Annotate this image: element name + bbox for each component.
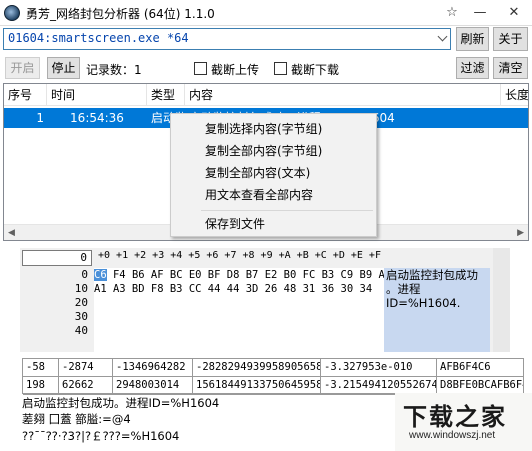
menu-view-as-text[interactable]: 用文本查看全部内容: [172, 184, 375, 206]
watermark-url: www.windowszj.net: [409, 430, 496, 441]
row-time: 16:54:36: [70, 111, 124, 125]
watermark-title: 下载之家: [403, 402, 507, 431]
menu-separator: [201, 210, 373, 211]
hex-text-column[interactable]: 启动监控封包成功 。进程ID=%H1604.: [384, 268, 490, 352]
hex-line: C6 F4 B6 AF BC E0 BF D8 B7 E2 B0 FC B3 C…: [94, 268, 391, 282]
block-download-label: 截断下载: [291, 63, 340, 77]
clear-button[interactable]: 清空: [493, 57, 528, 79]
block-download-checkbox[interactable]: [274, 62, 287, 75]
grid-cell: 62662: [59, 377, 113, 395]
row-index: 1: [36, 111, 44, 125]
column-header-time[interactable]: 时间: [47, 84, 147, 106]
hex-header: +0 +1 +2 +3 +4 +5 +6 +7 +8 +9 +A +B +C +…: [98, 250, 381, 261]
grid-cell: -58: [23, 359, 59, 377]
menu-save-to-file[interactable]: 保存到文件: [172, 213, 375, 235]
hex-text-line: 。进程ID=%H1604.: [386, 282, 461, 310]
scroll-right-icon[interactable]: ▶: [517, 228, 524, 238]
scroll-left-icon[interactable]: ◀: [8, 228, 15, 238]
pin-icon[interactable]: ☆: [438, 0, 466, 26]
process-select-value: 01604:smartscreen.exe *64: [8, 31, 189, 45]
grid-cell: -1346964282: [113, 359, 193, 377]
offset-value: 30: [74, 310, 88, 323]
offset-value: 40: [74, 324, 88, 337]
grid-cell: AFB6F4C6: [437, 359, 523, 377]
filter-button[interactable]: 过滤: [456, 57, 489, 79]
column-header-content[interactable]: 内容: [185, 84, 501, 106]
hex-line-bytes: A1 A3 BD F8 B3 CC 44 44 3D 26 48 31 36 3…: [94, 283, 373, 295]
offset-value: 0: [81, 268, 88, 281]
toolbar: 开启 停止 记录数：1 截断上传 截断下载 过滤 清空: [0, 56, 532, 82]
grid-cell: -2828294939958905658: [193, 359, 321, 377]
number-grid: -58 -2874 -1346964282 -28282949399589056…: [22, 358, 524, 395]
menu-copy-selection-bytes[interactable]: 复制选择内容(字节组): [172, 118, 375, 140]
column-header-index[interactable]: 序号: [4, 84, 47, 106]
offset-value: 20: [74, 296, 88, 309]
table-header: 序号 时间 类型 内容 长度: [4, 84, 528, 106]
menu-copy-all-bytes[interactable]: 复制全部内容(字节组): [172, 140, 375, 162]
offset-column: 0 10 20 30 40: [22, 268, 92, 338]
process-select[interactable]: 01604:smartscreen.exe *64: [3, 28, 451, 50]
selected-byte[interactable]: C6: [94, 269, 107, 281]
window-title: 勇芳_网络封包分析器 (64位) 1.1.0: [26, 7, 215, 21]
start-button[interactable]: 开启: [5, 57, 40, 79]
text-interpretation-gbk: 启动监控封包成功。进程ID=%H1604: [22, 396, 220, 410]
hex-bytes[interactable]: C6 F4 B6 AF BC E0 BF D8 B7 E2 B0 FC B3 C…: [94, 268, 391, 352]
grid-cell: 198: [23, 377, 59, 395]
offset-input[interactable]: 0: [22, 250, 92, 266]
refresh-button[interactable]: 刷新: [456, 27, 489, 51]
process-bar: 01604:smartscreen.exe *64 刷新 关于: [0, 26, 532, 54]
stop-button[interactable]: 停止: [47, 57, 80, 79]
hex-line-bytes: F4 B6 AF BC E0 BF D8 B7 E2 B0 FC B3 C9 B…: [106, 269, 392, 281]
column-header-length[interactable]: 长度: [501, 84, 528, 106]
menu-copy-all-text[interactable]: 复制全部内容(文本): [172, 162, 375, 184]
chevron-down-icon: [437, 31, 448, 42]
context-menu: 复制选择内容(字节组) 复制全部内容(字节组) 复制全部内容(文本) 用文本查看…: [170, 113, 377, 237]
site-watermark: 下载之家 www.windowszj.net: [395, 393, 532, 451]
text-interpretation-unicode: 蒫翗 囗蓋 篰膉:=@4: [22, 412, 131, 426]
hex-view: 0 +0 +1 +2 +3 +4 +5 +6 +7 +8 +9 +A +B +C…: [20, 248, 510, 352]
hex-line: A1 A3 BD F8 B3 CC 44 44 3D 26 48 31 36 3…: [94, 282, 372, 296]
about-button[interactable]: 关于: [493, 27, 528, 51]
offset-value: 10: [74, 282, 88, 295]
grid-cell: -2874: [59, 359, 113, 377]
block-upload-label: 截断上传: [211, 63, 260, 77]
app-icon: [4, 5, 20, 21]
text-interpretation-ascii: ??¯¯??·?3?|?￡???=%H1604: [22, 429, 180, 443]
record-count: 记录数：1: [86, 63, 142, 77]
column-header-type[interactable]: 类型: [147, 84, 185, 106]
hex-vertical-scrollbar[interactable]: [493, 248, 510, 352]
block-upload-checkbox[interactable]: [194, 62, 207, 75]
grid-cell: 2948003014: [113, 377, 193, 395]
close-button[interactable]: ✕: [500, 0, 528, 26]
grid-cell: -3.327953e-010: [321, 359, 437, 377]
minimize-button[interactable]: —: [466, 0, 494, 26]
title-bar: 勇芳_网络封包分析器 (64位) 1.1.0 ☆ — ✕: [0, 0, 532, 26]
grid-cell: 15618449133750645958: [193, 377, 321, 395]
hex-text-line: 启动监控封包成功: [386, 268, 478, 282]
